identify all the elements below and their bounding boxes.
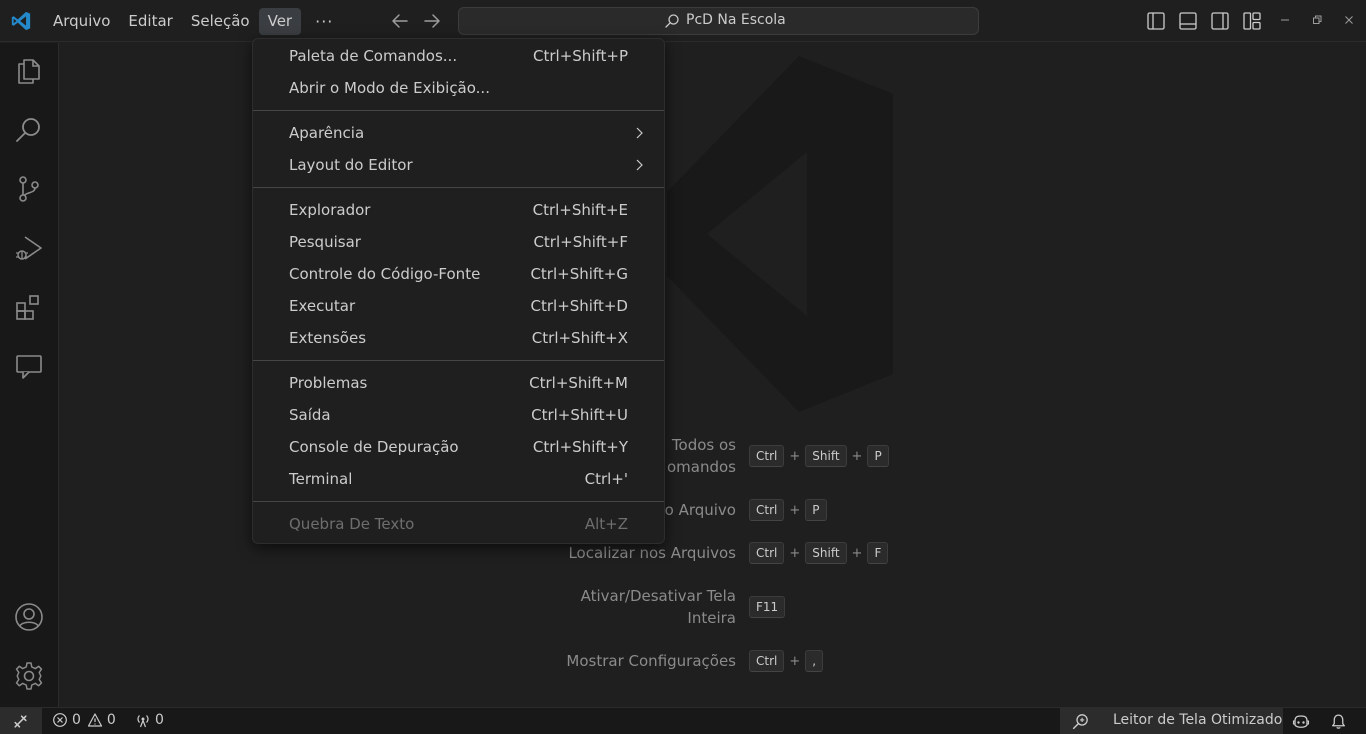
keycap: F11 <box>749 596 786 618</box>
view-menu-dropdown: Paleta de Comandos... Ctrl+Shift+P Abrir… <box>252 38 665 544</box>
hint-label-line2: Inteira <box>687 609 736 627</box>
hint-keys: F11 <box>749 596 786 618</box>
menu-item-output[interactable]: Saída Ctrl+Shift+U <box>253 400 664 432</box>
hint-keys: Ctrl + Shift + F <box>749 542 889 564</box>
explorer-icon[interactable] <box>13 55 45 87</box>
arrow-left-icon[interactable] <box>388 9 412 33</box>
keycap: Ctrl <box>749 650 785 672</box>
menu-ver[interactable]: Ver <box>258 8 302 35</box>
minimize-icon[interactable] <box>1276 11 1294 29</box>
plus-sign: + <box>789 545 801 561</box>
more-menu-button[interactable]: ··· <box>301 8 347 35</box>
extensions-icon[interactable] <box>13 291 45 323</box>
hint-keys: Ctrl + Shift + P <box>749 445 889 467</box>
search-icon <box>665 14 679 28</box>
menu-item-terminal[interactable]: Terminal Ctrl+' <box>253 464 664 496</box>
menu-item-open-view[interactable]: Abrir o Modo de Exibição... <box>253 73 664 105</box>
screen-reader-status[interactable]: Leitor de Tela Otimizado <box>1060 708 1283 734</box>
hint-label: Mostrar Configurações <box>566 652 736 670</box>
close-icon[interactable] <box>1340 11 1358 29</box>
keycap: , <box>805 650 824 672</box>
hint-label: Localizar nos Arquivos <box>568 544 736 562</box>
ports-count: 0 <box>155 712 164 728</box>
hint-keys: Ctrl + P <box>749 499 827 521</box>
menu-separator <box>253 360 664 361</box>
error-icon <box>53 713 67 727</box>
ports-status[interactable]: 0 <box>135 712 164 728</box>
keycap: F <box>867 542 889 564</box>
plus-sign: + <box>789 502 801 518</box>
toggle-secondary-sidebar-icon[interactable] <box>1209 10 1231 32</box>
menu-item-extensions[interactable]: Extensões Ctrl+Shift+X <box>253 323 664 355</box>
plus-sign: + <box>851 448 863 464</box>
warning-count: 0 <box>106 712 116 728</box>
menu-item-editor-layout[interactable]: Layout do Editor <box>253 150 664 182</box>
gear-icon[interactable] <box>13 660 45 692</box>
restore-icon[interactable] <box>1308 11 1326 29</box>
toggle-panel-icon[interactable] <box>1177 10 1199 32</box>
error-count: 0 <box>72 712 81 728</box>
command-center-search[interactable]: PcD Na Escola <box>458 7 979 35</box>
menu-item-explorer[interactable]: Explorador Ctrl+Shift+E <box>253 195 664 227</box>
chevron-right-icon <box>636 159 643 171</box>
menu-item-run[interactable]: Executar Ctrl+Shift+D <box>253 291 664 323</box>
plus-sign: + <box>789 448 801 464</box>
remote-explorer-icon[interactable] <box>13 350 45 382</box>
keycap: Ctrl <box>749 499 785 521</box>
keycap: P <box>805 499 827 521</box>
activity-bar <box>0 43 59 707</box>
remote-indicator[interactable] <box>0 708 42 734</box>
menu-item-word-wrap: Quebra De Texto Alt+Z <box>289 515 628 533</box>
search-sidebar-icon[interactable] <box>13 114 45 146</box>
menu-item-problems[interactable]: Problemas Ctrl+Shift+M <box>253 368 664 400</box>
source-control-icon[interactable] <box>13 173 45 205</box>
menu-arquivo[interactable]: Arquivo <box>44 8 119 35</box>
menu-separator <box>253 501 664 502</box>
title-bar: Arquivo Editar Seleção Ver ··· PcD Na Es… <box>0 0 1366 42</box>
status-bar: 0 0 0 Leitor de Tela Otimizado <box>0 707 1366 734</box>
plus-sign: + <box>851 545 863 561</box>
keycap: Ctrl <box>749 542 785 564</box>
menu-item-debug-console[interactable]: Console de Depuração Ctrl+Shift+Y <box>253 432 664 464</box>
hint-label-line1: Ativar/Desativar Tela <box>580 587 736 605</box>
menu-item-source-control[interactable]: Controle do Código-Fonte Ctrl+Shift+G <box>253 259 664 291</box>
menu-editar[interactable]: Editar <box>119 8 181 35</box>
chevron-right-icon <box>636 127 643 139</box>
accounts-icon[interactable] <box>13 601 45 633</box>
keycap: Shift <box>805 445 847 467</box>
menu-separator <box>253 187 664 188</box>
warning-icon <box>87 713 103 727</box>
run-and-debug-icon[interactable] <box>13 232 45 264</box>
zoom-icon <box>1072 714 1088 730</box>
menu-item-command-palette[interactable]: Paleta de Comandos... Ctrl+Shift+P <box>253 41 664 73</box>
keycap: Ctrl <box>749 445 785 467</box>
screen-reader-label: Leitor de Tela Otimizado <box>1113 712 1283 728</box>
vscode-watermark-icon <box>667 56 893 412</box>
customize-layout-icon[interactable] <box>1241 10 1263 32</box>
copilot-icon[interactable] <box>1292 713 1310 731</box>
vscode-logo-icon <box>11 11 31 31</box>
menu-item-search[interactable]: Pesquisar Ctrl+Shift+F <box>253 227 664 259</box>
arrow-right-icon[interactable] <box>420 9 444 33</box>
remote-icon <box>14 715 27 728</box>
bell-icon[interactable] <box>1330 713 1347 730</box>
keycap: Shift <box>805 542 847 564</box>
search-text: PcD Na Escola <box>686 12 786 28</box>
keycap: P <box>867 445 889 467</box>
problems-status[interactable]: 0 0 <box>52 712 116 728</box>
menu-selecao[interactable]: Seleção <box>182 8 259 35</box>
menu-bar: Arquivo Editar Seleção Ver ··· <box>44 8 347 35</box>
toggle-primary-sidebar-icon[interactable] <box>1145 10 1167 32</box>
plus-sign: + <box>789 653 801 669</box>
broadcast-icon <box>137 715 149 728</box>
hint-keys: Ctrl + , <box>749 650 824 672</box>
menu-item-appearance[interactable]: Aparência <box>253 118 664 150</box>
menu-separator <box>253 110 664 111</box>
